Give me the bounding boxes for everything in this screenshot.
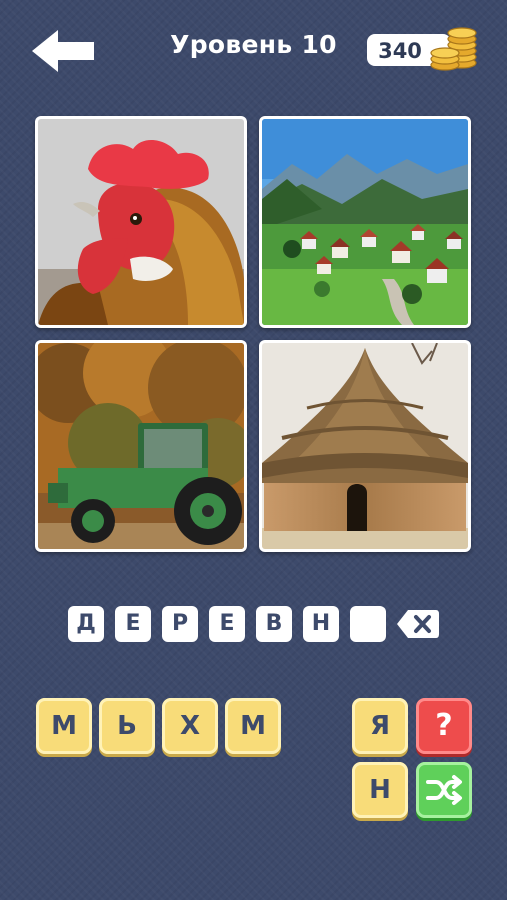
picture-hut[interactable] [259,340,471,552]
letter-key-5[interactable]: Я [352,698,408,754]
coins-value: 340 [378,39,422,63]
village-image [262,119,468,325]
shuffle-button[interactable] [416,762,472,818]
coin-stack-icon[interactable] [428,22,480,72]
hint-button[interactable]: ? [416,698,472,754]
backspace-button[interactable] [396,606,440,642]
tractor-image [38,343,244,549]
rooster-image [38,119,244,325]
answer-slot-7[interactable] [350,606,386,642]
answer-slot-4[interactable]: Е [209,606,245,642]
letter-key-3[interactable]: Х [162,698,218,754]
backspace-icon [397,610,439,638]
shuffle-icon [426,775,462,805]
picture-village[interactable] [259,116,471,328]
answer-slot-1[interactable]: Д [68,606,104,642]
letter-key-2[interactable]: Ь [99,698,155,754]
answer-slot-2[interactable]: Е [115,606,151,642]
picture-tractor[interactable] [35,340,247,552]
answer-slot-5[interactable]: В [256,606,292,642]
hut-image [262,343,468,549]
letter-key-6[interactable]: Н [352,762,408,818]
answer-slot-3[interactable]: Р [162,606,198,642]
letter-key-1[interactable]: М [36,698,92,754]
picture-rooster[interactable] [35,116,247,328]
answer-slot-6[interactable]: Н [303,606,339,642]
letter-key-4[interactable]: М [225,698,281,754]
